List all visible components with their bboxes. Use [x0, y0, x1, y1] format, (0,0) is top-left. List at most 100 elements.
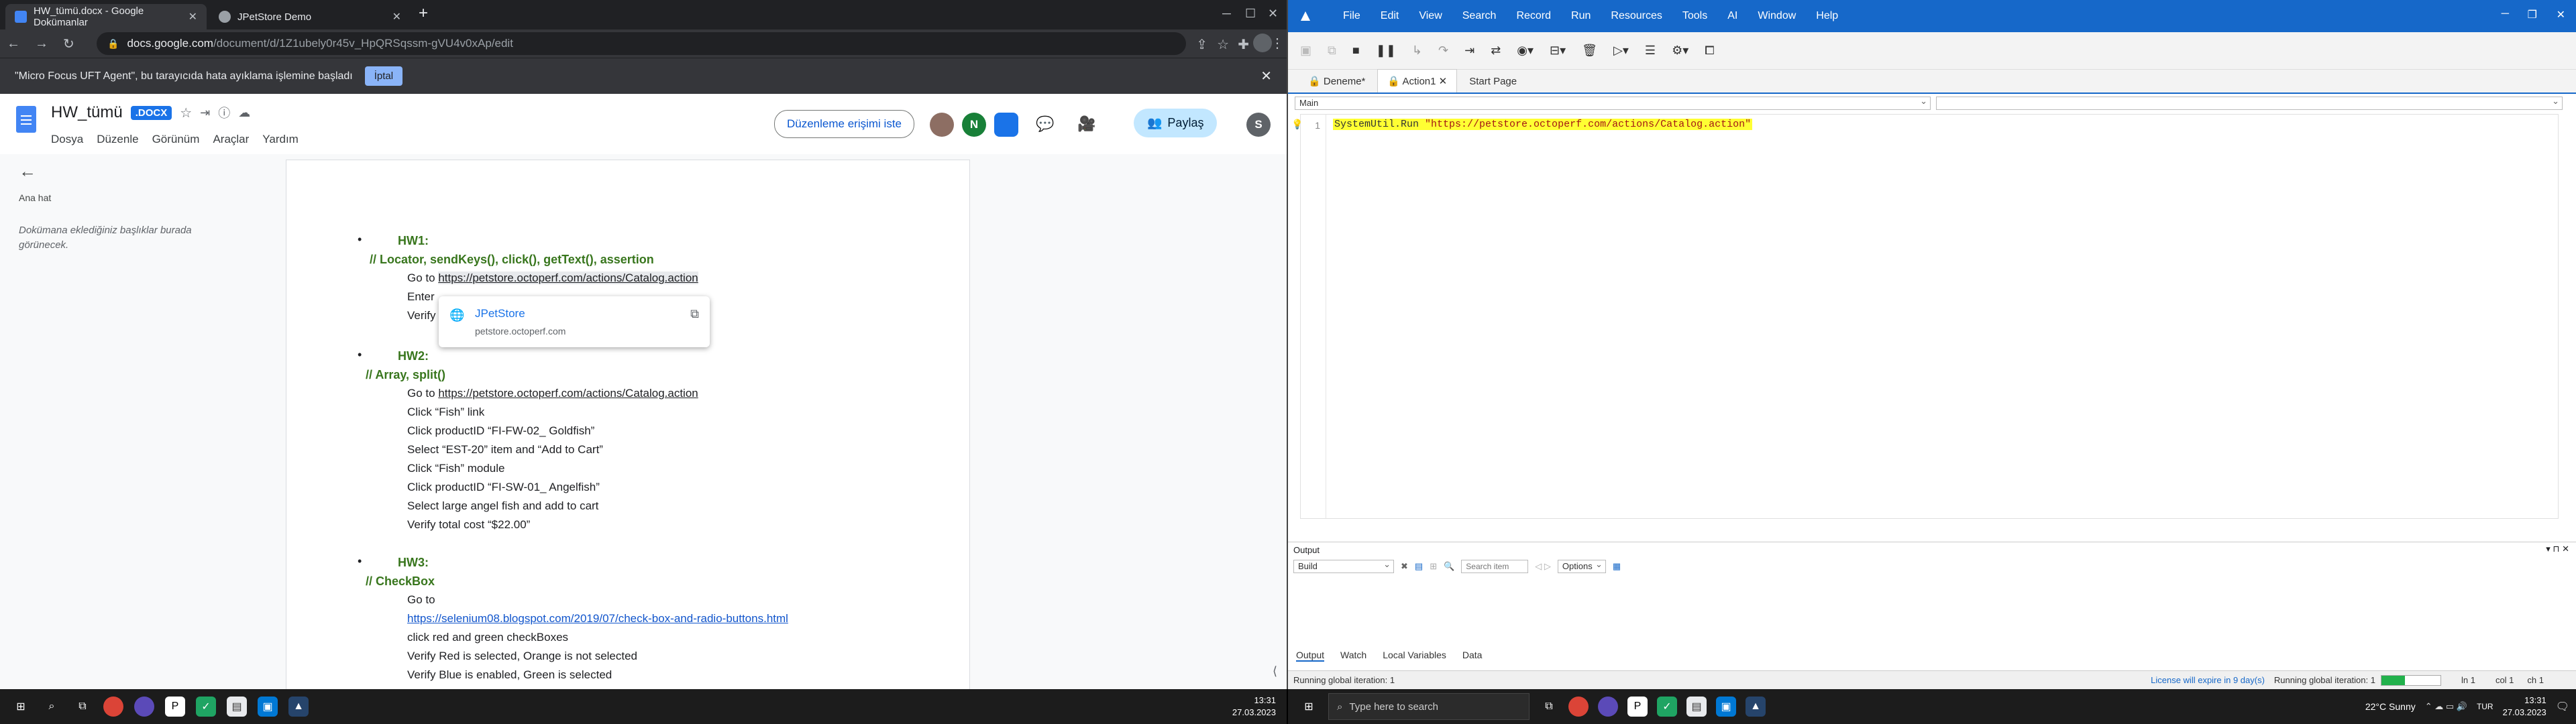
address-bar[interactable]: 🔒 docs.google.com/document/d/1Z1ubely0r4…	[97, 32, 1186, 55]
pause-icon[interactable]: ❚❚	[1376, 44, 1396, 58]
breakpoint-icon[interactable]: ⇄	[1491, 44, 1501, 58]
menu-yardim[interactable]: Yardım	[262, 133, 299, 146]
maximize-icon[interactable]: ☐	[1245, 7, 1256, 21]
task-view-icon[interactable]: ⧉	[72, 697, 93, 717]
maximize-icon[interactable]: ❐	[2528, 8, 2537, 21]
chrome-icon[interactable]	[103, 697, 123, 717]
menu-resources[interactable]: Resources	[1611, 10, 1662, 22]
checkpoint-icon[interactable]: ⊟▾	[1550, 44, 1566, 58]
share-page-icon[interactable]: ⇪	[1196, 36, 1208, 53]
code-line-1[interactable]: SystemUtil.Run "https://petstore.octoper…	[1333, 119, 1753, 130]
forward-icon[interactable]: →	[35, 36, 48, 52]
record-icon[interactable]: ◉▾	[1517, 44, 1534, 58]
object-spy-icon[interactable]: ▷▾	[1613, 44, 1629, 58]
tab-local-variables[interactable]: Local Variables	[1383, 650, 1446, 662]
export-icon[interactable]: ▦	[1613, 561, 1621, 572]
file-explorer-icon[interactable]: ▣	[1716, 697, 1736, 717]
menu-help[interactable]: Help	[1816, 10, 1838, 22]
tab-action1[interactable]: 🔒 Action1 ✕	[1377, 69, 1458, 93]
close-window-icon[interactable]: ✕	[2557, 8, 2565, 21]
app-icon[interactable]	[134, 697, 154, 717]
bookmark-star-icon[interactable]: ☆	[1217, 36, 1229, 53]
menu-search[interactable]: Search	[1462, 10, 1497, 22]
menu-window[interactable]: Window	[1758, 10, 1796, 22]
menu-duzenle[interactable]: Düzenle	[97, 133, 138, 146]
minimize-icon[interactable]: ─	[1222, 7, 1231, 21]
tab-docs[interactable]: HW_tümü.docx - Google Dokümanlar ✕	[5, 4, 207, 29]
expand-panel-icon[interactable]: ⟨	[1273, 664, 1277, 678]
stop-icon[interactable]: ■	[1352, 44, 1360, 58]
save-icon[interactable]: ▣	[1300, 44, 1311, 58]
profile-avatar[interactable]	[1253, 34, 1272, 52]
document-page[interactable]: • HW1: // Locator, sendKeys(), click(), …	[286, 160, 970, 689]
output-source-select[interactable]: Build	[1293, 559, 1394, 573]
code-editor[interactable]: 1 💡 SystemUtil.Run "https://petstore.oct…	[1291, 114, 2559, 519]
step-into-icon[interactable]: ↳	[1412, 44, 1422, 58]
hw3-link[interactable]: https://selenium08.blogspot.com/2019/07/…	[407, 612, 788, 625]
scope-select[interactable]: Main	[1295, 96, 1931, 110]
docs-logo-icon[interactable]	[16, 106, 36, 133]
clear-icon[interactable]: ✖	[1401, 561, 1408, 572]
user-avatar-photo[interactable]	[930, 113, 954, 137]
close-window-icon[interactable]: ✕	[1268, 7, 1278, 21]
share-button[interactable]: 👥 Paylaş	[1134, 109, 1218, 137]
meet-icon[interactable]: 🎥	[1077, 115, 1095, 133]
chrome-menu-icon[interactable]: ⋮	[1271, 35, 1284, 52]
cloud-status-icon[interactable]: ☁	[238, 106, 250, 120]
back-icon[interactable]: ←	[7, 36, 20, 52]
prev-next-icon[interactable]: ◁ ▷	[1535, 561, 1551, 572]
close-icon[interactable]: ✕	[392, 10, 401, 23]
app-icon[interactable]: ✓	[196, 697, 216, 717]
close-icon[interactable]: ✕	[1439, 76, 1448, 87]
step-out-icon[interactable]: ⇥	[1464, 44, 1474, 58]
close-icon[interactable]: ✕	[189, 10, 197, 23]
license-warning[interactable]: License will expire in 9 day(s)	[2151, 675, 2265, 685]
windows-start-icon[interactable]: ⊞	[1299, 697, 1319, 717]
minimize-icon[interactable]: ─	[2502, 8, 2509, 20]
chrome-icon[interactable]	[1568, 697, 1589, 717]
user-avatar-s[interactable]: S	[1246, 113, 1271, 137]
menu-edit[interactable]: Edit	[1381, 10, 1399, 22]
windows-start-icon[interactable]: ⊞	[11, 697, 31, 717]
tab-watch[interactable]: Watch	[1340, 650, 1366, 662]
notepad-icon[interactable]: ▤	[227, 697, 247, 717]
app-icon[interactable]: ✓	[1657, 697, 1677, 717]
request-edit-button[interactable]: Düzenleme erişimi iste	[774, 110, 914, 138]
menu-tools[interactable]: Tools	[1682, 10, 1707, 22]
settings-icon[interactable]: ⚙▾	[1672, 44, 1688, 58]
delete-icon[interactable]: 🗑	[1582, 44, 1597, 58]
move-icon[interactable]: ⇥	[200, 106, 210, 120]
tab-start-page[interactable]: Start Page	[1460, 70, 1526, 93]
menu-file[interactable]: File	[1343, 10, 1360, 22]
output-search-input[interactable]	[1461, 560, 1529, 573]
app-icon[interactable]	[1598, 697, 1618, 717]
hw2-link[interactable]: https://petstore.octoperf.com/actions/Ca…	[438, 387, 698, 400]
meet-presence-icon[interactable]	[994, 113, 1018, 137]
menu-araclar[interactable]: Araçlar	[213, 133, 249, 146]
taskbar-search-box[interactable]: ⌕ Type here to search	[1328, 693, 1529, 720]
uft-taskbar-icon[interactable]: ▲	[1746, 697, 1766, 717]
notification-icon[interactable]: 🗨	[2556, 700, 2569, 713]
tray-icons[interactable]: ⌃ ☁ ▭ 🔊	[2425, 701, 2467, 712]
copy-link-icon[interactable]: ⧉	[690, 307, 699, 321]
tab-data[interactable]: Data	[1462, 650, 1483, 662]
pin-icon[interactable]: ⊞	[1430, 561, 1437, 572]
notepad-icon[interactable]: ▤	[1686, 697, 1707, 717]
tab-output[interactable]: Output	[1296, 650, 1325, 662]
save-all-icon[interactable]: ⧉	[1328, 44, 1336, 58]
task-view-icon[interactable]: ⧉	[1539, 697, 1559, 717]
close-infobar-icon[interactable]: ✕	[1260, 68, 1272, 84]
member-select[interactable]	[1936, 96, 2563, 110]
menu-gorunum[interactable]: Görünüm	[152, 133, 200, 146]
list-icon[interactable]: ☰	[1645, 44, 1656, 58]
info-icon[interactable]: ⓘ	[218, 104, 230, 121]
lightbulb-icon[interactable]: 💡	[1291, 119, 1303, 130]
menu-dosya[interactable]: Dosya	[51, 133, 83, 146]
menu-record[interactable]: Record	[1516, 10, 1551, 22]
tab-jpetstore[interactable]: JPetStore Demo ✕	[209, 4, 411, 29]
language-indicator[interactable]: TUR	[2477, 702, 2493, 711]
menu-ai[interactable]: AI	[1727, 10, 1737, 22]
wrap-icon[interactable]: ▤	[1415, 561, 1423, 572]
window-icon[interactable]: ⧠	[1705, 44, 1714, 58]
menu-view[interactable]: View	[1419, 10, 1442, 22]
